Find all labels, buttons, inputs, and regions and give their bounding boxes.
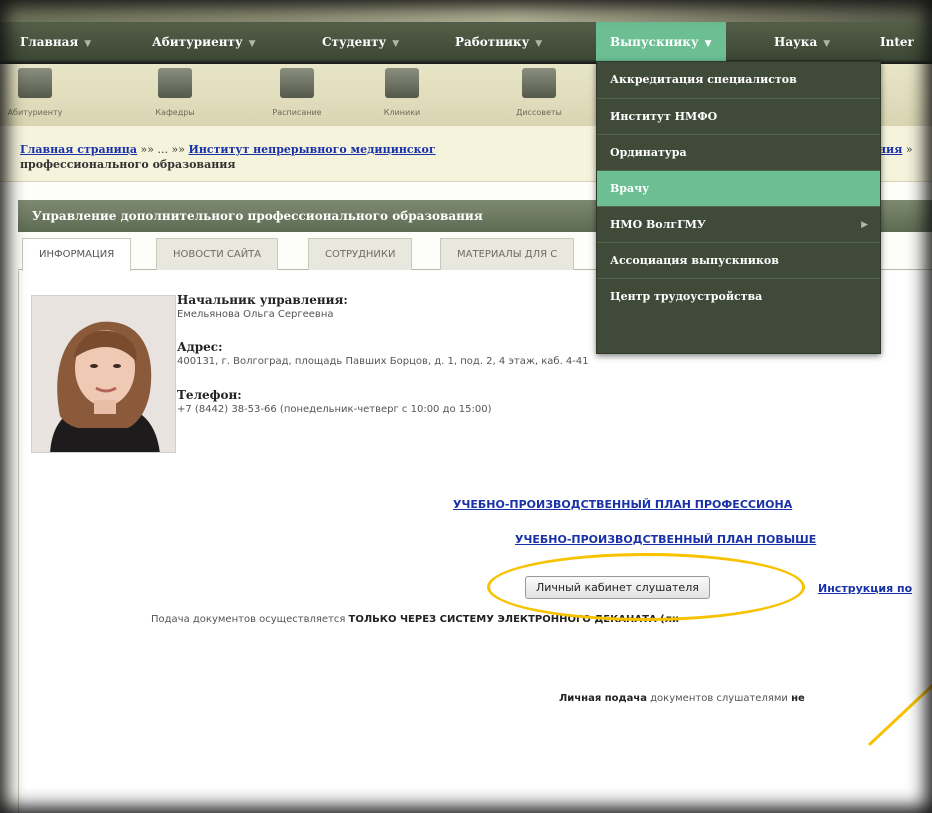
clinics-icon [385,68,419,98]
nav-item-student[interactable]: Студенту ▼ [322,22,399,62]
site-banner [0,0,932,22]
head-of-department-photo [31,295,176,453]
submission-notice: Подача документов осуществляется ТОЛЬКО … [151,614,680,625]
quick-link-schedule[interactable]: Расписание [262,68,332,117]
nav-item-employee[interactable]: Работнику ▼ [455,22,542,62]
plan-qualification-link[interactable]: УЧЕБНО-ПРОИЗВОДСТВЕННЫЙ ПЛАН ПОВЫШЕ [515,533,816,546]
chevron-down-icon: ▼ [704,39,712,49]
calendar-icon [280,68,314,98]
nav-item-international[interactable]: Inter [880,22,914,62]
breadcrumb-tail-link[interactable]: ния [878,143,902,156]
chevron-right-icon: ▶ [861,220,868,230]
menu-item-accreditation[interactable]: Аккредитация специалистов [597,62,880,98]
phone-block: Телефон: +7 (8442) 38-53-66 (понедельник… [177,388,492,415]
menu-item-alumni-association[interactable]: Ассоциация выпускников [597,242,880,278]
address-value: 400131, г. Волгоград, площадь Павших Бор… [177,356,589,367]
listener-cabinet-button[interactable]: Личный кабинет слушателя [525,576,710,599]
graduate-dropdown-menu: Аккредитация специалистов Институт НМФО … [596,61,881,354]
tab-staff[interactable]: СОТРУДНИКИ [308,238,413,270]
browser-viewport: Главная ▼ Абитуриенту ▼ Студенту ▼ Работник… [0,0,932,813]
breadcrumb-home-link[interactable]: Главная страница [20,143,137,156]
personal-submission-notice: Личная подача документов слушателями не [559,693,805,704]
menu-item-career-center[interactable]: Центр трудоустройства [597,278,880,314]
menu-item-residency[interactable]: Ординатура [597,134,880,170]
nav-item-science[interactable]: Наука ▼ [774,22,830,62]
instruction-link[interactable]: Инструкция по [818,582,912,595]
quick-link-departments[interactable]: Кафедры [140,68,210,117]
menu-item-doctor[interactable]: Врачу [597,170,880,206]
tab-site-news[interactable]: НОВОСТИ САЙТА [156,238,279,270]
plan-professional-link[interactable]: УЧЕБНО-ПРОИЗВОДСТВЕННЫЙ ПЛАН ПРОФЕССИОНА [453,498,792,511]
chevron-down-icon: ▼ [823,39,831,49]
quick-link-clinics[interactable]: Клиники [367,68,437,117]
departments-icon [158,68,192,98]
head-of-department-block: Начальник управления: Емельянова Ольга С… [177,293,348,320]
tab-materials[interactable]: МАТЕРИАЛЫ ДЛЯ С [440,238,575,270]
nav-item-home[interactable]: Главная ▼ [20,22,91,62]
menu-item-nmo-volggmu[interactable]: НМО ВолгГМУ ▶ [597,206,880,242]
chevron-down-icon: ▼ [248,39,256,49]
chevron-down-icon: ▼ [392,39,400,49]
chevron-down-icon: ▼ [535,39,543,49]
head-of-department-name: Емельянова Ольга Сергеевна [177,309,334,320]
phone-value: +7 (8442) 38-53-66 (понедельник-четверг … [177,404,492,415]
nav-item-applicant[interactable]: Абитуриенту ▼ [152,22,256,62]
quick-link-dissertation-councils[interactable]: Диссоветы [504,68,574,117]
tab-information[interactable]: ИНФОРМАЦИЯ [22,238,132,271]
main-nav: Главная ▼ Абитуриенту ▼ Студенту ▼ Работник… [0,22,932,62]
menu-item-institute-nmfo[interactable]: Институт НМФО [597,98,880,134]
chevron-down-icon: ▼ [84,39,92,49]
applicant-icon [18,68,52,98]
breadcrumb-institute-link[interactable]: Институт непрерывного медицинског [188,143,435,156]
graduation-cap-icon [522,68,556,98]
breadcrumb-current: профессионального образования [20,158,236,171]
quick-link-applicant[interactable]: Абитуриенту [0,68,70,117]
address-block: Адрес: 400131, г. Волгоград, площадь Пав… [177,340,589,367]
nav-item-graduate[interactable]: Выпускнику ▼ [596,22,726,62]
